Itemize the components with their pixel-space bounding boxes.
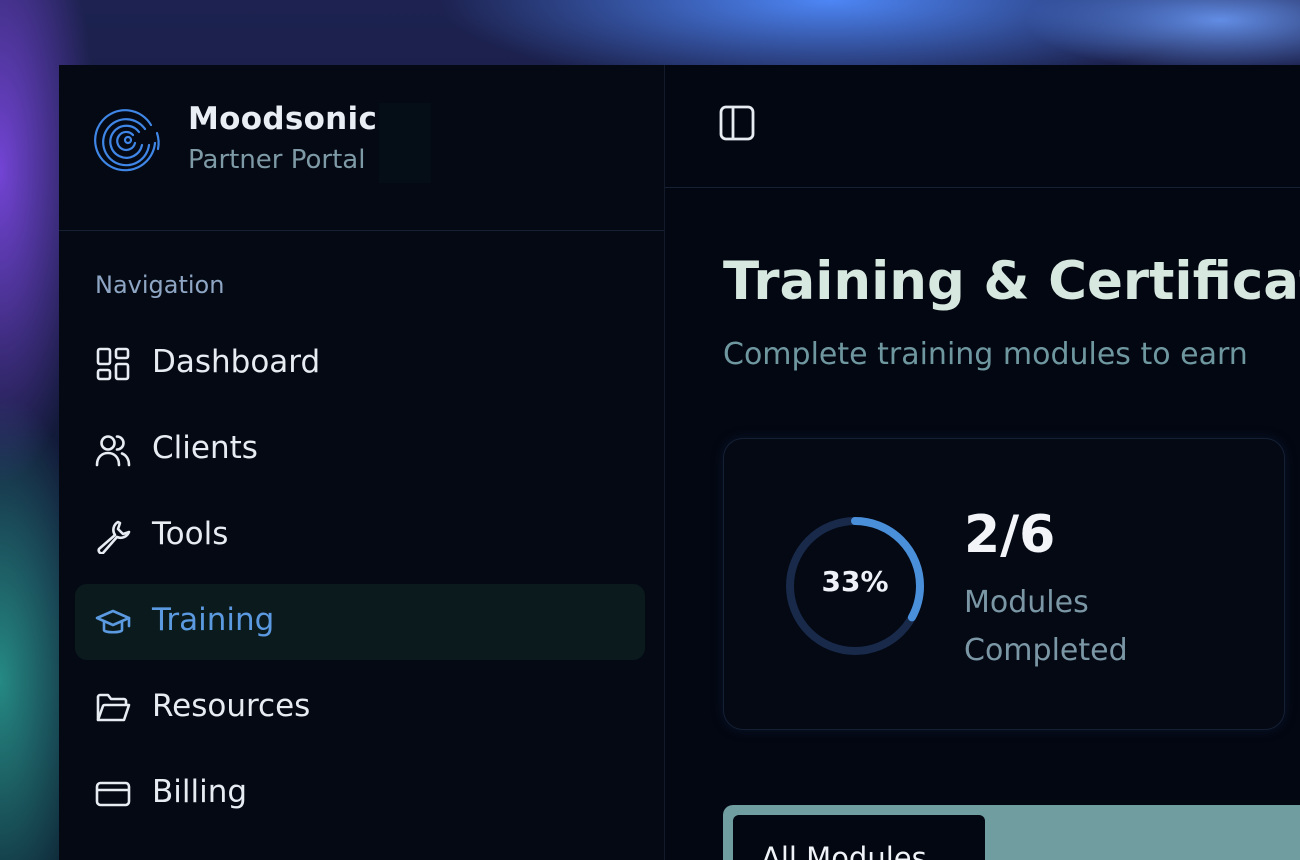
modules-count-label: Modules Completed [964,585,1128,668]
sidebar-item-dashboard[interactable]: Dashboard [75,326,645,402]
page-title: Training & Certification [723,251,1300,312]
wrench-icon [97,520,131,554]
sidebar-item-label: Billing [152,774,248,810]
grid-icon [96,347,130,381]
progress-card: 33% 2/6 Modules Completed [723,438,1285,730]
brand-subtitle: Partner Portal [188,145,366,175]
sidebar-item-tools[interactable]: Tools [75,498,645,574]
tab-label: All Modules [761,841,927,860]
brand-name: Moodsonic [188,101,378,137]
progress-percent: 33% [821,565,889,598]
concentric-rings-logo [94,109,160,172]
modules-count: 2/6 [964,505,1056,565]
nav-heading: Navigation [95,271,225,299]
sidebar-item-training[interactable]: Training [75,584,645,660]
top-bar [665,65,1300,188]
sidebar-toggle-icon[interactable] [717,103,757,143]
sidebar-item-label: Training [152,602,275,638]
sidebar-item-label: Resources [152,688,311,724]
brand-shade [379,103,431,183]
app-window: Moodsonic Partner Portal Navigation Dash… [59,65,1300,860]
graduation-cap-icon [95,609,131,634]
page-subtitle: Complete training modules to earn [723,337,1248,372]
sidebar-item-label: Dashboard [152,344,321,380]
sidebar-item-clients[interactable]: Clients [75,412,645,488]
credit-card-icon [95,781,131,807]
sidebar-item-resources[interactable]: Resources [75,670,645,746]
sidebar-item-label: Clients [152,430,258,466]
sidebar-item-label: Tools [152,516,229,552]
brand-header: Moodsonic Partner Portal [59,65,664,231]
module-tabs: All Modules [723,805,1300,860]
tab-all-modules[interactable]: All Modules [733,815,985,860]
sidebar-item-billing[interactable]: Billing [75,756,645,832]
users-icon [95,435,131,467]
main-content: Training & Certification Complete traini… [665,65,1300,860]
sidebar: Moodsonic Partner Portal Navigation Dash… [59,65,665,860]
folder-icon [96,693,131,722]
